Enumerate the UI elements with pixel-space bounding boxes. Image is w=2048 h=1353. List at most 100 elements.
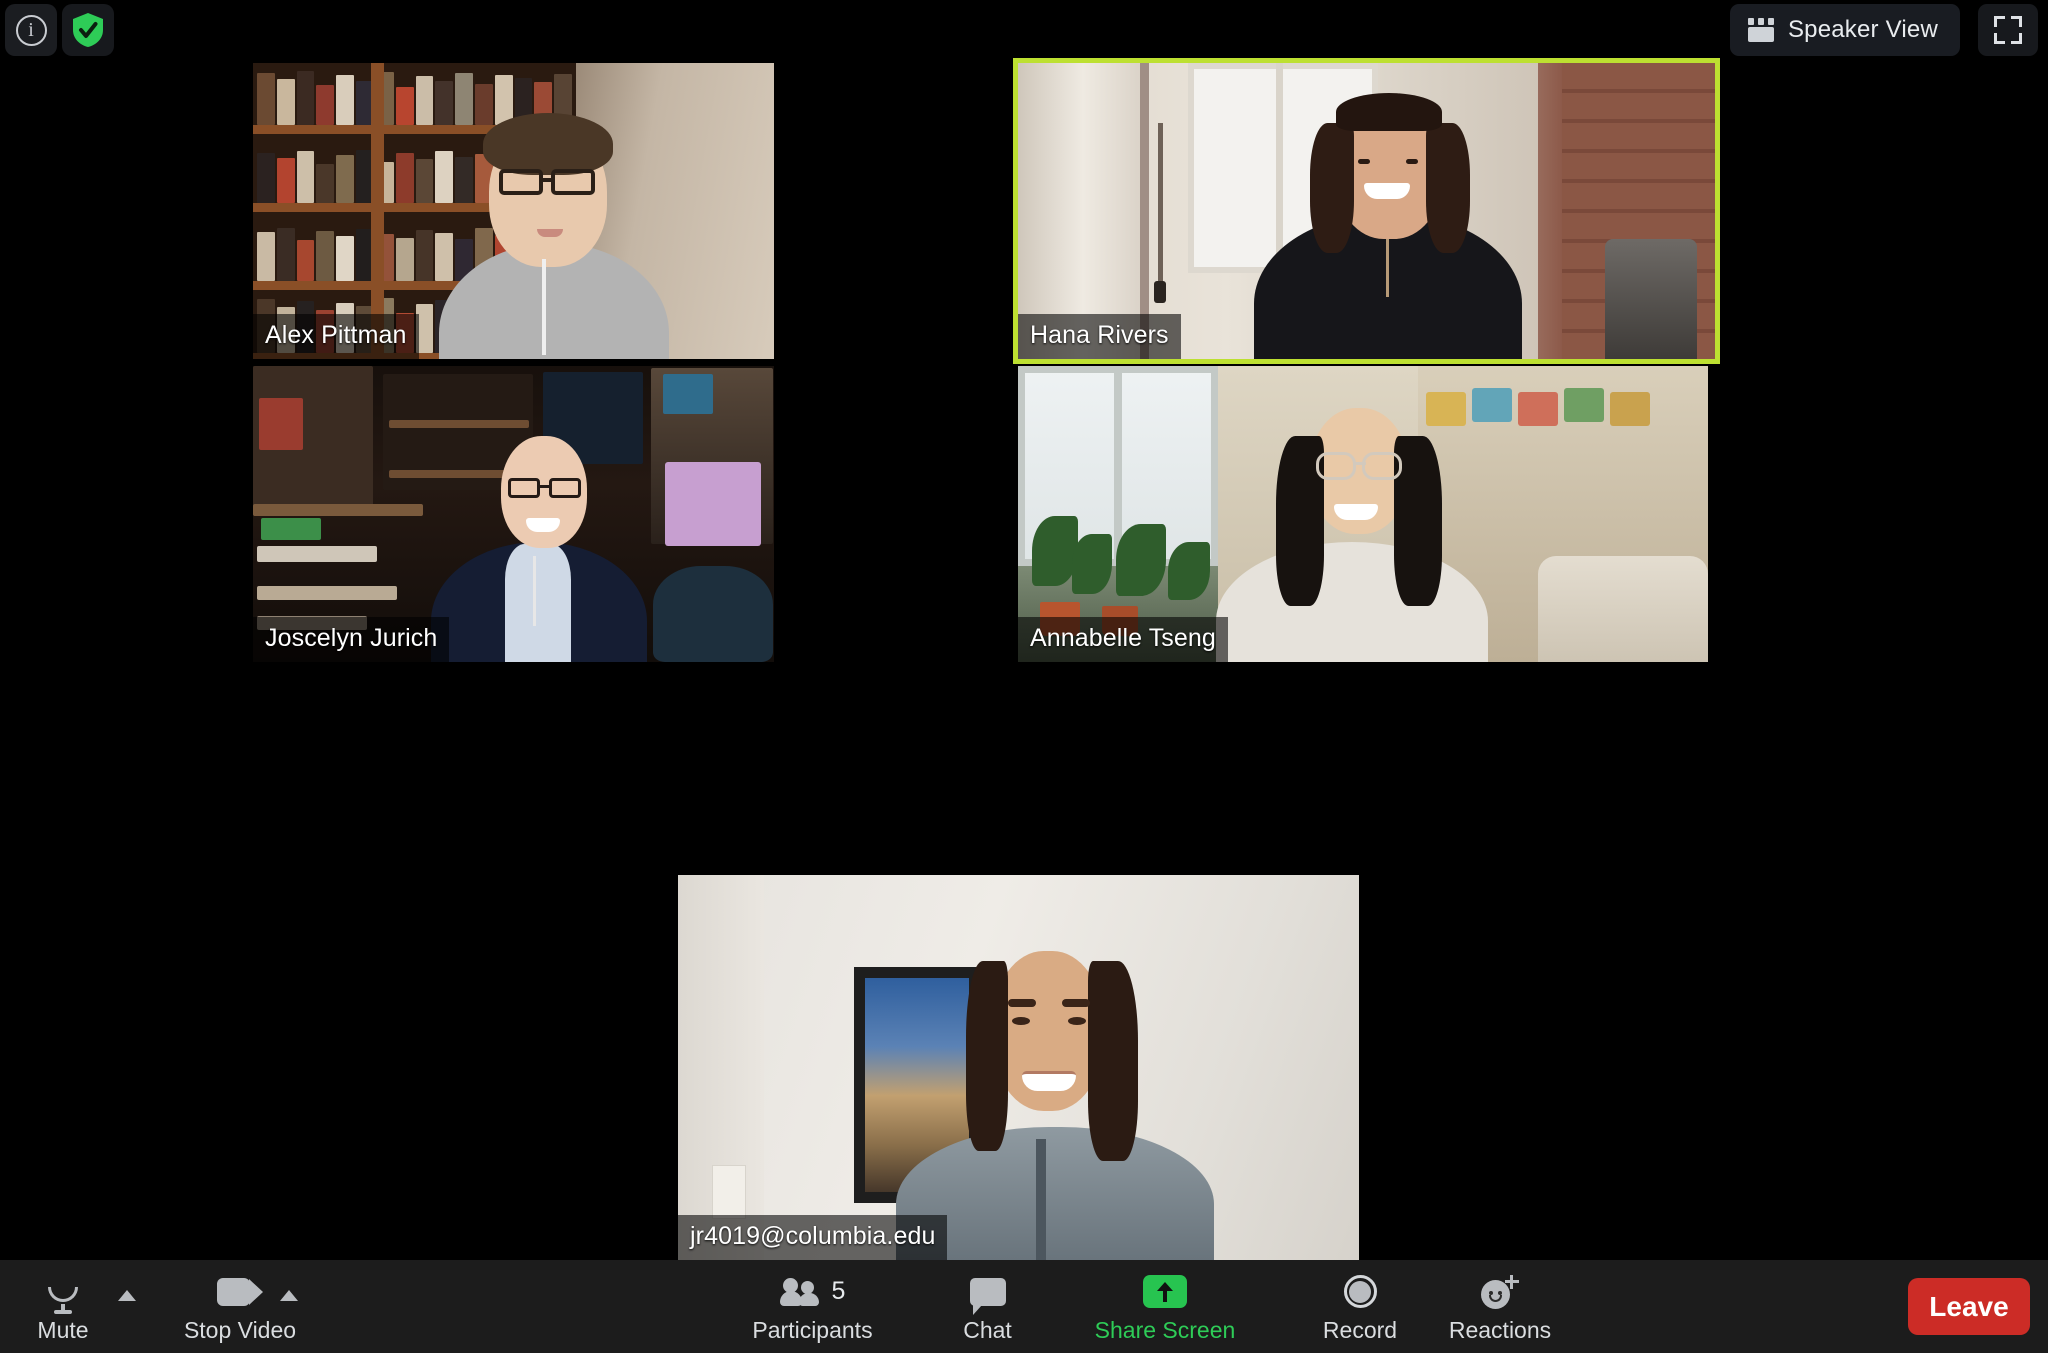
eyeglass-left: [508, 478, 540, 498]
reactions-label: Reactions: [1448, 1316, 1552, 1343]
houseplant: [1072, 534, 1112, 594]
person-shirt: [505, 544, 571, 662]
person-hair-right: [1426, 123, 1470, 253]
stop-video-label: Stop Video: [183, 1316, 297, 1343]
person-hair: [483, 113, 613, 175]
garland-letter: [1610, 392, 1650, 426]
grid-layout-icon: [1747, 18, 1774, 42]
encryption-status-button[interactable]: [62, 4, 114, 56]
blind-cord: [1158, 123, 1163, 283]
desk-edge: [253, 504, 423, 516]
microphone-icon: [48, 1272, 78, 1314]
eyeglass-right: [551, 169, 595, 195]
mute-button[interactable]: Mute: [8, 1260, 118, 1353]
chair: [653, 566, 773, 662]
paper-stack: [257, 546, 377, 562]
houseplant: [1116, 524, 1166, 596]
window-mullion: [1276, 63, 1283, 273]
speaker-view-label: Speaker View: [1787, 16, 1938, 43]
people-icon: 5: [779, 1272, 846, 1312]
person-eye-left: [1358, 159, 1370, 164]
participant-tile-alex-pittman[interactable]: Alex Pittman: [253, 63, 774, 359]
shelf-board: [389, 420, 529, 428]
blind-cord-weight: [1154, 281, 1166, 303]
share-screen-button[interactable]: Share Screen: [1055, 1260, 1275, 1353]
fullscreen-button[interactable]: [1978, 4, 2038, 56]
video-stream: [678, 875, 1359, 1260]
participant-name-label: jr4019@columbia.edu: [678, 1215, 948, 1260]
eyeglass-left: [499, 169, 543, 195]
person-mouth: [537, 229, 563, 237]
participant-tile-hana-rivers[interactable]: Hana Rivers: [1013, 58, 1720, 364]
participant-tile-jr4019[interactable]: jr4019@columbia.edu: [678, 875, 1359, 1260]
share-screen-up-arrow-icon: [1143, 1272, 1187, 1312]
person-hair-left: [966, 961, 1008, 1151]
chat-bubble-icon: [969, 1272, 1006, 1315]
person-eyebrow-right: [1062, 999, 1090, 1007]
person-smile: [526, 518, 560, 532]
chat-label: Chat: [963, 1316, 1012, 1343]
zoom-meeting-window: Alex Pittman Hana Rivers Joscelyn Jurich…: [0, 0, 2048, 1353]
pink-cabinet: [665, 462, 761, 546]
record-circle-icon: [1343, 1272, 1377, 1312]
paper-stack: [257, 586, 397, 600]
poster: [259, 398, 303, 450]
earphone-cable: [542, 259, 546, 355]
share-screen-label: Share Screen: [1094, 1316, 1236, 1343]
person-eyebrow-left: [1008, 999, 1036, 1007]
fullscreen-expand-icon: [1994, 16, 2022, 44]
meeting-controls-toolbar: Mute Stop Video 5 Participants Chat Shar…: [0, 1260, 2048, 1353]
video-options-chevron-up-icon[interactable]: [280, 1290, 298, 1301]
participant-name-label: Alex Pittman: [253, 314, 419, 359]
meeting-top-bar: i Speaker View: [0, 0, 2048, 60]
eyeglass-right: [1362, 452, 1402, 480]
jacket-zipper: [1036, 1139, 1046, 1260]
participant-name-label: Hana Rivers: [1018, 314, 1181, 359]
garland-letter: [1564, 388, 1604, 422]
person-eye-right: [1406, 159, 1418, 164]
radiator: [1605, 239, 1697, 359]
participant-name-label: Annabelle Tseng: [1018, 617, 1228, 662]
mute-label: Mute: [37, 1316, 89, 1343]
person-bangs: [1336, 93, 1442, 131]
eyeglass-left: [1316, 452, 1356, 480]
garland-letter: [1426, 392, 1466, 426]
participant-tile-annabelle-tseng[interactable]: Annabelle Tseng: [1018, 366, 1708, 662]
smiley-plus-icon: [1481, 1272, 1519, 1312]
camera-icon: [217, 1272, 263, 1312]
eyeglass-bridge: [1354, 462, 1366, 466]
person-hair-left: [1310, 123, 1354, 253]
earphone-cable: [533, 556, 536, 626]
participants-count: 5: [831, 1277, 846, 1305]
participant-tile-joscelyn-jurich[interactable]: Joscelyn Jurich: [253, 366, 774, 662]
eyeglass-bridge: [540, 485, 550, 489]
garland-letter: [1472, 388, 1512, 422]
person-smile: [1022, 1071, 1076, 1091]
shield-check-icon: [73, 13, 103, 47]
participant-name-label: Joscelyn Jurich: [253, 617, 450, 662]
reactions-button[interactable]: Reactions: [1400, 1260, 1600, 1353]
participants-button[interactable]: 5 Participants: [715, 1260, 910, 1353]
necklace: [1386, 239, 1389, 297]
person-hair-right: [1088, 961, 1138, 1161]
blue-box: [663, 374, 713, 414]
info-icon: i: [15, 14, 47, 46]
sofa: [1538, 556, 1708, 662]
stop-video-button[interactable]: Stop Video: [150, 1260, 330, 1353]
record-label: Record: [1322, 1316, 1398, 1343]
speaker-view-button[interactable]: Speaker View: [1729, 4, 1960, 56]
person-smile: [1364, 183, 1410, 199]
mute-options-chevron-up-icon[interactable]: [118, 1290, 136, 1301]
person-smile: [1334, 504, 1378, 520]
light-switch: [712, 1165, 746, 1219]
meeting-info-button[interactable]: i: [5, 4, 57, 56]
eyeglass-right: [549, 478, 581, 498]
person-eye-right: [1068, 1017, 1086, 1025]
person-eye-left: [1012, 1017, 1030, 1025]
green-item: [261, 518, 321, 540]
eyeglass-bridge: [541, 178, 555, 182]
leave-button[interactable]: Leave: [1908, 1278, 2030, 1335]
houseplant: [1168, 542, 1210, 600]
garland-letter: [1518, 392, 1558, 426]
chat-button[interactable]: Chat: [925, 1260, 1050, 1353]
